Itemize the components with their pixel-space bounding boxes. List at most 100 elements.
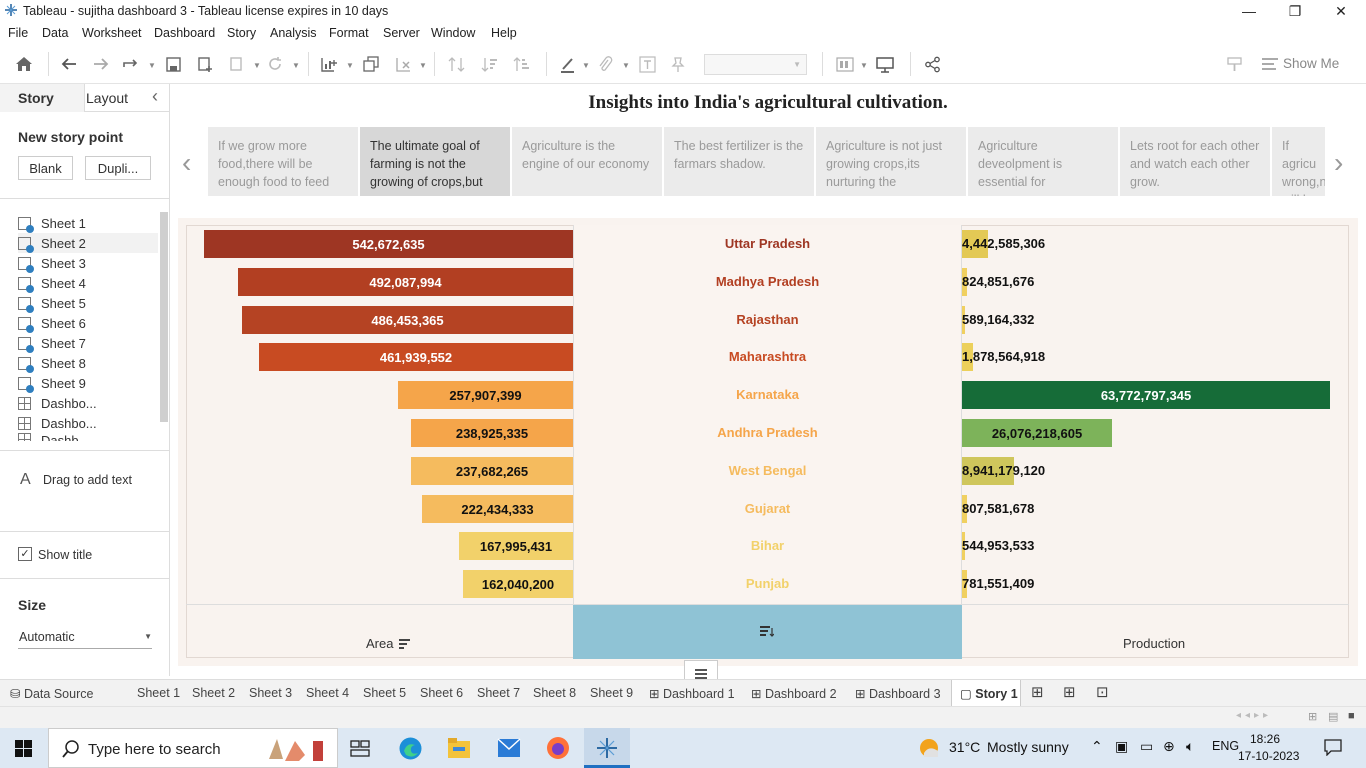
chevron-down-icon[interactable]: ▼ bbox=[148, 61, 156, 70]
file-explorer-icon[interactable] bbox=[447, 737, 471, 759]
sort-icon[interactable] bbox=[760, 625, 774, 637]
state-label-madhya-pradesh[interactable]: Madhya Pradesh bbox=[573, 274, 962, 289]
duplicate-story-point-button[interactable]: Dupli... bbox=[85, 156, 151, 180]
production-bar-karnataka[interactable]: 63,772,797,345 bbox=[962, 381, 1330, 409]
format-painter-icon[interactable] bbox=[1223, 53, 1245, 75]
sheet-list-item[interactable]: Sheet 4 bbox=[18, 273, 86, 293]
story-point-1[interactable]: If we grow more food,there will be enoug… bbox=[208, 127, 358, 196]
tab-story[interactable]: Story bbox=[0, 84, 85, 112]
weather-description[interactable]: Mostly sunny bbox=[987, 739, 1069, 755]
story-point-5[interactable]: Agriculture is not just growing crops,it… bbox=[816, 127, 966, 196]
show-me-button[interactable]: Show Me bbox=[1262, 56, 1339, 71]
area-bar-bihar[interactable]: 167,995,431 bbox=[459, 532, 573, 560]
share-icon[interactable] bbox=[921, 53, 943, 75]
tab-sheet-4[interactable]: Sheet 4 bbox=[306, 686, 349, 700]
chevron-down-icon[interactable]: ▼ bbox=[622, 61, 630, 70]
tab-sheet-3[interactable]: Sheet 3 bbox=[249, 686, 292, 700]
mail-icon[interactable] bbox=[497, 738, 521, 758]
story-point-8[interactable]: If agricu wrong,n will hav bbox=[1272, 127, 1325, 196]
windows-start-icon[interactable] bbox=[15, 740, 32, 757]
battery-icon[interactable]: ▭ bbox=[1140, 738, 1153, 755]
menu-file[interactable]: File bbox=[8, 26, 28, 40]
home-icon[interactable] bbox=[13, 53, 35, 75]
new-datasource-icon[interactable] bbox=[194, 53, 216, 75]
highlight-icon[interactable] bbox=[556, 53, 578, 75]
story-next-button[interactable]: › bbox=[1334, 147, 1343, 179]
task-view-icon[interactable] bbox=[350, 740, 370, 757]
network-globe-icon[interactable]: ⊕ bbox=[1163, 738, 1175, 755]
show-cards-icon[interactable] bbox=[834, 53, 856, 75]
chevron-down-icon[interactable]: ▼ bbox=[292, 61, 300, 70]
sheet-list-item[interactable]: Sheet 8 bbox=[18, 353, 86, 373]
show-title-checkbox[interactable]: ✓ bbox=[18, 547, 32, 561]
scrollbar[interactable] bbox=[160, 212, 168, 422]
restore-button[interactable]: ❐ bbox=[1272, 0, 1318, 22]
presentation-icon[interactable] bbox=[874, 53, 896, 75]
tab-dashboard-3[interactable]: ⊞ Dashboard 3 bbox=[855, 686, 941, 701]
area-bar-west-bengal[interactable]: 237,682,265 bbox=[411, 457, 573, 485]
save-icon[interactable] bbox=[162, 53, 184, 75]
edge-browser-icon[interactable] bbox=[398, 736, 423, 761]
sheet-list-item[interactable]: Sheet 5 bbox=[18, 293, 86, 313]
minimize-button[interactable]: — bbox=[1226, 0, 1272, 22]
state-label-andhra-pradesh[interactable]: Andhra Pradesh bbox=[573, 425, 962, 440]
chevron-down-icon[interactable]: ▼ bbox=[346, 61, 354, 70]
new-story-tab-icon[interactable]: ⊡ bbox=[1096, 683, 1109, 701]
text-box-icon[interactable] bbox=[636, 53, 658, 75]
sort-panel[interactable] bbox=[573, 605, 962, 659]
redirect-icon[interactable] bbox=[120, 53, 142, 75]
new-worksheet-tab-icon[interactable]: ⊞ bbox=[1031, 683, 1044, 701]
menu-data[interactable]: Data bbox=[42, 26, 68, 40]
sort-ascending-icon[interactable] bbox=[478, 53, 500, 75]
sheet-list-item[interactable]: Sheet 6 bbox=[18, 313, 86, 333]
area-bar-uttar-pradesh[interactable]: 542,672,635 bbox=[204, 230, 573, 258]
area-bar-karnataka[interactable]: 257,907,399 bbox=[398, 381, 573, 409]
weather-sun-icon[interactable] bbox=[918, 737, 940, 759]
sheet-list-item[interactable]: Sheet 7 bbox=[18, 333, 86, 353]
state-label-west-bengal[interactable]: West Bengal bbox=[573, 463, 962, 478]
tab-dashboard-2[interactable]: ⊞ Dashboard 2 bbox=[751, 686, 837, 701]
menu-worksheet[interactable]: Worksheet bbox=[82, 26, 142, 40]
sheet-list-item[interactable]: Dashbo... bbox=[18, 413, 97, 433]
menu-story[interactable]: Story bbox=[227, 26, 256, 40]
state-label-maharashtra[interactable]: Maharashtra bbox=[573, 349, 962, 364]
fit-dropdown[interactable]: ▼ bbox=[704, 54, 807, 75]
chevron-up-icon[interactable]: ⌃ bbox=[1091, 738, 1103, 755]
paperclip-icon[interactable] bbox=[594, 53, 616, 75]
tab-sheet-9[interactable]: Sheet 9 bbox=[590, 686, 633, 700]
state-label-uttar-pradesh[interactable]: Uttar Pradesh bbox=[573, 236, 962, 251]
menu-dashboard[interactable]: Dashboard bbox=[154, 26, 215, 40]
story-point-7[interactable]: Lets root for each other and watch each … bbox=[1120, 127, 1270, 196]
tab-sheet-5[interactable]: Sheet 5 bbox=[363, 686, 406, 700]
state-label-punjab[interactable]: Punjab bbox=[573, 576, 962, 591]
story-point-2[interactable]: The ultimate goal of farming is not the … bbox=[360, 127, 510, 196]
taskbar-search-box[interactable]: Type here to search bbox=[48, 728, 338, 768]
blank-story-point-button[interactable]: Blank bbox=[18, 156, 73, 180]
sheet-list-item[interactable]: Sheet 3 bbox=[18, 253, 86, 273]
menu-help[interactable]: Help bbox=[491, 26, 517, 40]
size-dropdown[interactable]: Automatic ▼ bbox=[18, 627, 152, 649]
sheet-list-item[interactable]: Sheet 2 bbox=[18, 233, 158, 253]
area-bar-andhra-pradesh[interactable]: 238,925,335 bbox=[411, 419, 573, 447]
paste-icon[interactable] bbox=[226, 53, 248, 75]
sort-descending-icon[interactable] bbox=[510, 53, 532, 75]
chevron-down-icon[interactable]: ▼ bbox=[253, 61, 261, 70]
close-button[interactable]: ✕ bbox=[1318, 0, 1364, 22]
area-bar-punjab[interactable]: 162,040,200 bbox=[463, 570, 573, 598]
grid-view-icon[interactable]: ⊞ bbox=[1308, 710, 1317, 723]
tab-data-source[interactable]: ⛁ Data Source bbox=[10, 686, 93, 701]
sheet-list-item[interactable]: Sheet 9 bbox=[18, 373, 86, 393]
collapse-pane-icon[interactable]: ‹ bbox=[152, 86, 158, 107]
chevron-down-icon[interactable]: ▼ bbox=[860, 61, 868, 70]
volume-icon[interactable]: 🔈︎ bbox=[1186, 738, 1194, 755]
new-worksheet-icon[interactable] bbox=[318, 53, 340, 75]
sheet-list-item[interactable]: Sheet 1 bbox=[18, 213, 86, 233]
undo-icon[interactable] bbox=[58, 53, 80, 75]
input-language[interactable]: ENG bbox=[1212, 739, 1239, 753]
swap-icon[interactable] bbox=[445, 53, 467, 75]
area-bar-maharashtra[interactable]: 461,939,552 bbox=[259, 343, 573, 371]
sheet-list-item[interactable]: Dashb... bbox=[18, 433, 89, 441]
state-label-rajasthan[interactable]: Rajasthan bbox=[573, 312, 962, 327]
story-point-6[interactable]: Agriculture deveolpment is essential for bbox=[968, 127, 1118, 196]
tableau-taskbar-button[interactable] bbox=[584, 728, 630, 768]
